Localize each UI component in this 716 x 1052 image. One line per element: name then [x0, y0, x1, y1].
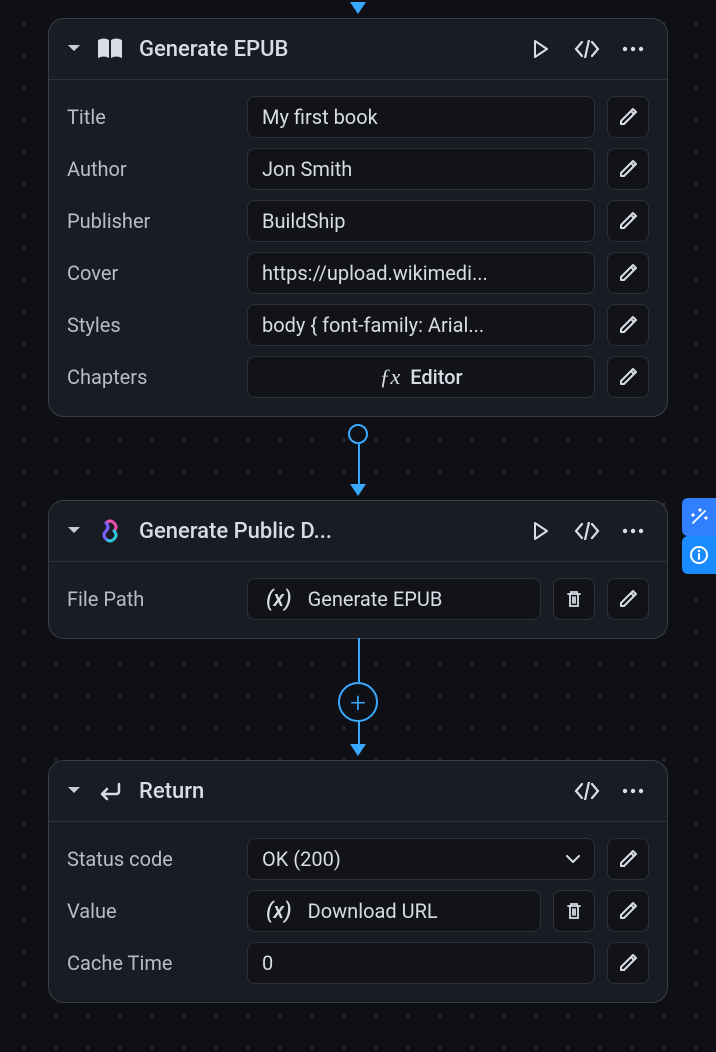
- field-label: Value: [67, 899, 235, 923]
- connector-line: [358, 638, 360, 682]
- field-row-title: Title My first book: [67, 96, 649, 138]
- edit-button[interactable]: [607, 356, 649, 398]
- book-icon: [95, 34, 125, 64]
- field-label: Status code: [67, 847, 235, 871]
- node-header: Generate EPUB: [49, 19, 667, 79]
- field-row-value: Value (x) Download URL: [67, 890, 649, 932]
- field-value-title[interactable]: My first book: [247, 96, 595, 138]
- edit-button[interactable]: [607, 96, 649, 138]
- connector-line: [358, 720, 360, 744]
- edit-button[interactable]: [607, 148, 649, 190]
- field-value-publisher[interactable]: BuildShip: [247, 200, 595, 242]
- divider: [49, 561, 667, 562]
- variable-reference[interactable]: (x) Download URL: [247, 890, 541, 932]
- field-row-styles: Styles body { font-family: Arial...: [67, 304, 649, 346]
- select-value: OK (200): [262, 847, 341, 871]
- info-button[interactable]: [682, 536, 716, 574]
- field-label: Author: [67, 157, 235, 181]
- field-label: Cover: [67, 261, 235, 285]
- variable-reference[interactable]: (x) Generate EPUB: [247, 578, 541, 620]
- field-label: File Path: [67, 587, 235, 611]
- node-title: Return: [139, 779, 557, 804]
- connector-arrow: [350, 484, 366, 496]
- field-row-author: Author Jon Smith: [67, 148, 649, 190]
- node-generate-epub[interactable]: Generate EPUB Title My first book Author…: [48, 18, 668, 417]
- fx-icon: ƒx: [379, 364, 400, 390]
- variable-name: Generate EPUB: [308, 587, 443, 611]
- link-icon: [95, 516, 125, 546]
- node-title: Generate EPUB: [139, 37, 511, 62]
- run-button[interactable]: [525, 33, 557, 65]
- delete-button[interactable]: [553, 578, 595, 620]
- run-button[interactable]: [525, 515, 557, 547]
- collapse-caret[interactable]: [67, 787, 81, 795]
- variable-icon: (x): [266, 899, 292, 924]
- field-value-cover[interactable]: https://upload.wikimedi...: [247, 252, 595, 294]
- side-toolbar: [682, 498, 716, 574]
- divider: [49, 79, 667, 80]
- field-row-cachetime: Cache Time 0: [67, 942, 649, 984]
- edit-button[interactable]: [607, 304, 649, 346]
- node-header: Generate Public D...: [49, 501, 667, 561]
- connector-arrow-top: [350, 2, 366, 14]
- magic-wand-button[interactable]: [682, 498, 716, 536]
- field-value-cachetime[interactable]: 0: [247, 942, 595, 984]
- connector-arrow: [350, 744, 366, 756]
- field-row-status: Status code OK (200): [67, 838, 649, 880]
- field-label: Styles: [67, 313, 235, 337]
- field-row-filepath: File Path (x) Generate EPUB: [67, 578, 649, 620]
- connector-handle[interactable]: [348, 424, 368, 444]
- field-row-cover: Cover https://upload.wikimedi...: [67, 252, 649, 294]
- code-button[interactable]: [571, 33, 603, 65]
- more-button[interactable]: [617, 515, 649, 547]
- node-return[interactable]: Return Status code OK (200) Value (x) Do…: [48, 760, 668, 1003]
- field-label: Publisher: [67, 209, 235, 233]
- field-row-chapters: Chapters ƒx Editor: [67, 356, 649, 398]
- connector-line: [358, 444, 360, 484]
- edit-button[interactable]: [607, 942, 649, 984]
- fields: Title My first book Author Jon Smith Pub…: [49, 90, 667, 416]
- fields: File Path (x) Generate EPUB: [49, 572, 667, 638]
- editor-label: Editor: [410, 365, 462, 389]
- node-title: Generate Public D...: [139, 519, 511, 544]
- edit-button[interactable]: [607, 200, 649, 242]
- fields: Status code OK (200) Value (x) Download …: [49, 832, 667, 1002]
- edit-button[interactable]: [607, 890, 649, 932]
- field-value-author[interactable]: Jon Smith: [247, 148, 595, 190]
- edit-button[interactable]: [607, 252, 649, 294]
- status-select[interactable]: OK (200): [247, 838, 595, 880]
- field-label: Chapters: [67, 365, 235, 389]
- variable-icon: (x): [266, 587, 292, 612]
- more-button[interactable]: [617, 775, 649, 807]
- delete-button[interactable]: [553, 890, 595, 932]
- field-label: Title: [67, 105, 235, 129]
- field-row-publisher: Publisher BuildShip: [67, 200, 649, 242]
- edit-button[interactable]: [607, 578, 649, 620]
- field-value-styles[interactable]: body { font-family: Arial...: [247, 304, 595, 346]
- field-label: Cache Time: [67, 951, 235, 975]
- code-button[interactable]: [571, 775, 603, 807]
- editor-button[interactable]: ƒx Editor: [247, 356, 595, 398]
- collapse-caret[interactable]: [67, 527, 81, 535]
- return-icon: [95, 776, 125, 806]
- collapse-caret[interactable]: [67, 45, 81, 53]
- node-header: Return: [49, 761, 667, 821]
- edit-button[interactable]: [607, 838, 649, 880]
- more-button[interactable]: [617, 33, 649, 65]
- add-node-button[interactable]: +: [338, 682, 378, 722]
- variable-name: Download URL: [308, 899, 438, 923]
- divider: [49, 821, 667, 822]
- chevron-down-icon: [566, 855, 580, 863]
- code-button[interactable]: [571, 515, 603, 547]
- node-generate-public[interactable]: Generate Public D... File Path (x) Gener…: [48, 500, 668, 639]
